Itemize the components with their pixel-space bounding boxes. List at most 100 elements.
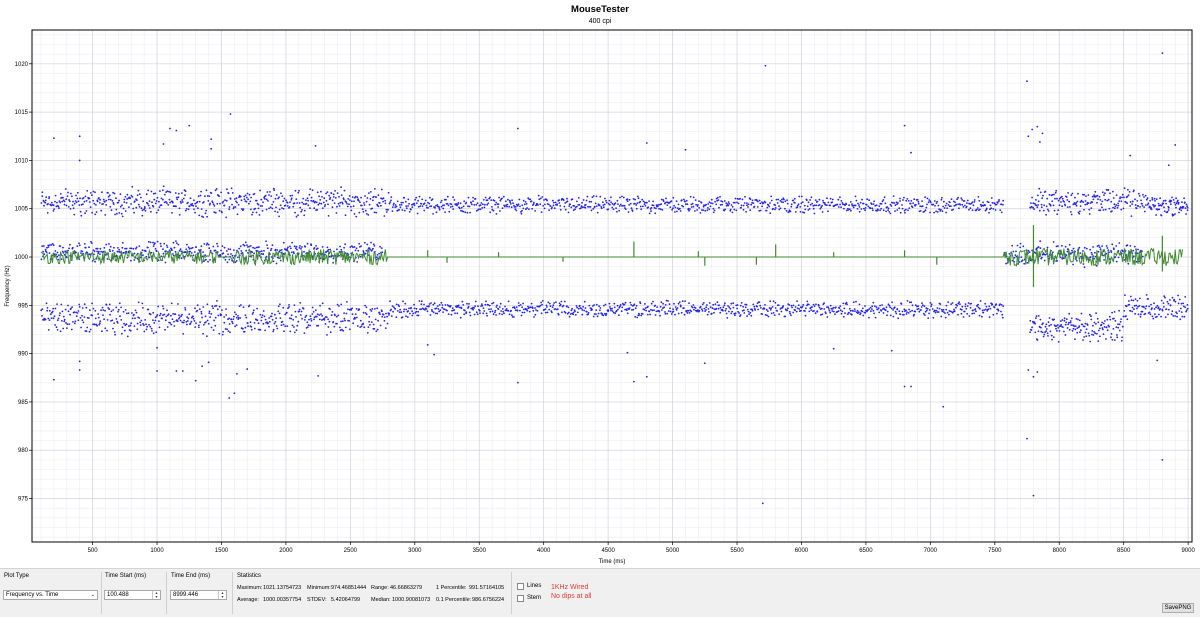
data-point (1154, 204, 1157, 207)
data-point (965, 307, 968, 310)
data-point (591, 308, 593, 311)
data-point (290, 314, 293, 317)
time-end-input[interactable]: 8999.446 ▴ ▾ (170, 590, 227, 600)
data-point (357, 249, 360, 252)
data-point (94, 260, 96, 263)
data-point (1144, 194, 1147, 197)
data-point (100, 250, 102, 253)
data-point (443, 204, 445, 207)
data-point (317, 203, 320, 206)
data-point (492, 313, 495, 316)
data-point (1183, 197, 1185, 200)
data-point (214, 324, 217, 327)
data-point (1106, 329, 1109, 332)
data-point (644, 303, 646, 305)
data-point (493, 199, 496, 202)
data-point (220, 191, 223, 194)
data-point (1092, 246, 1094, 248)
data-point (1057, 209, 1060, 212)
data-point (1058, 330, 1061, 332)
data-point (394, 307, 397, 310)
data-point (1101, 206, 1103, 209)
data-point (684, 203, 687, 206)
data-point (972, 309, 974, 312)
data-point (113, 322, 115, 324)
data-point (365, 249, 368, 252)
data-point (1066, 250, 1069, 253)
data-point (122, 252, 125, 254)
data-point (84, 246, 87, 249)
stat-0-1-percentile-value: 986.6756224 (472, 597, 505, 603)
data-point (227, 253, 230, 256)
data-point (182, 197, 185, 200)
outlier-point (633, 380, 635, 383)
data-point (348, 320, 351, 322)
data-point (179, 319, 182, 322)
data-point (383, 319, 386, 322)
data-point (1052, 251, 1054, 254)
data-point (1118, 242, 1121, 244)
data-point (766, 206, 769, 209)
data-point (211, 201, 214, 204)
data-point (192, 204, 195, 207)
data-point (863, 207, 865, 210)
time-start-input[interactable]: 100.488 ▴ ▾ (104, 590, 161, 600)
data-point (431, 198, 434, 201)
data-point (566, 197, 568, 200)
data-point (89, 309, 91, 312)
data-point (631, 210, 634, 212)
data-point (155, 250, 158, 253)
data-point (244, 314, 247, 317)
stem-checkbox[interactable] (517, 595, 524, 602)
plot-type-select[interactable]: Frequency vs. Time ⌄ (3, 590, 98, 600)
data-point (97, 316, 100, 319)
stat-range-label: Range: (371, 585, 389, 591)
data-point (1035, 315, 1038, 318)
data-point (1078, 246, 1081, 249)
data-point (137, 301, 140, 304)
data-point (1126, 318, 1129, 321)
data-point (105, 204, 108, 206)
data-point (495, 201, 498, 204)
outlier-point (426, 344, 429, 346)
data-point (121, 241, 124, 244)
data-point (191, 202, 194, 205)
data-point (66, 323, 69, 326)
data-point (160, 255, 163, 258)
data-point (1054, 191, 1057, 194)
data-point (769, 300, 772, 303)
data-point (1090, 251, 1093, 254)
data-point (885, 306, 888, 309)
time-start-spinner[interactable]: ▴ ▾ (152, 591, 160, 599)
data-point (200, 208, 203, 211)
data-point (821, 313, 824, 316)
lines-checkbox[interactable] (517, 583, 524, 590)
save-png-button[interactable]: SavePNG (1162, 603, 1194, 613)
data-point (208, 195, 211, 198)
data-point (63, 200, 66, 203)
data-point (818, 198, 821, 201)
data-point (1108, 207, 1111, 210)
data-point (656, 306, 659, 308)
data-point (548, 209, 550, 212)
data-point (1059, 320, 1062, 322)
data-point (86, 326, 89, 329)
data-point (216, 308, 219, 311)
data-point (176, 198, 179, 201)
data-point (839, 196, 841, 199)
data-point (1029, 331, 1031, 334)
data-point (250, 196, 253, 199)
data-point (1171, 296, 1174, 299)
data-point (307, 204, 310, 207)
time-end-spinner[interactable]: ▴ ▾ (218, 591, 226, 599)
plot-type-label: Plot Type (4, 573, 29, 579)
data-point (654, 212, 657, 215)
data-point (155, 211, 158, 214)
data-point (588, 304, 591, 307)
data-point (984, 204, 986, 207)
data-point (618, 209, 621, 212)
data-point (268, 320, 271, 323)
data-point (712, 207, 715, 210)
data-point (171, 201, 174, 204)
data-point (1099, 327, 1101, 330)
